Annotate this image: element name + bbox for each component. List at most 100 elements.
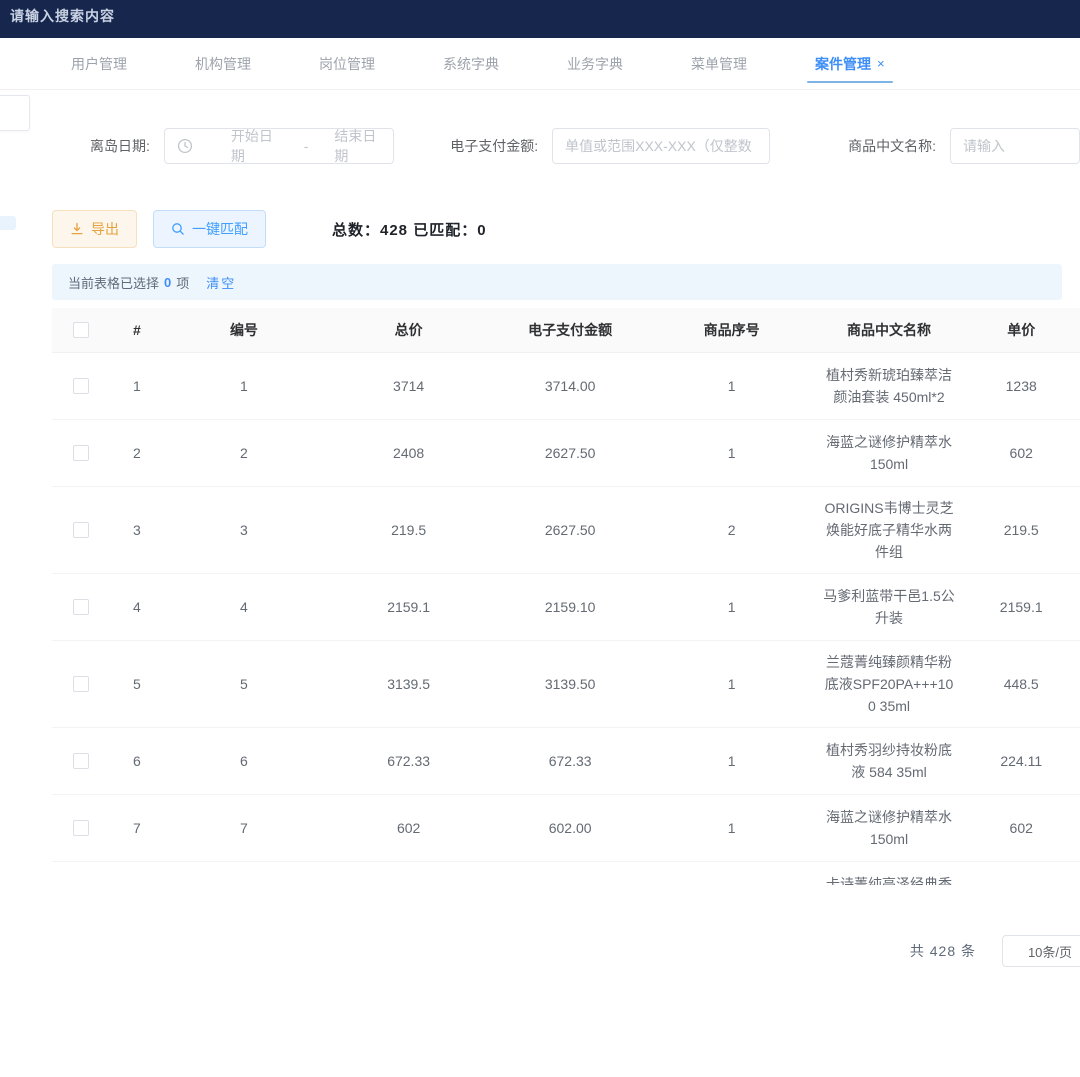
cell-index: 8 [111, 861, 163, 885]
tab-close-icon[interactable]: × [877, 56, 885, 71]
table-row: 2224082627.501海蓝之谜修护精萃水 150ml602 [52, 419, 1080, 486]
cell-seq: 1 [648, 419, 816, 486]
cell-total: 2159.1 [325, 573, 493, 640]
cell-total: 3714 [325, 352, 493, 419]
page-size-select[interactable]: 10条/页 [1002, 935, 1080, 967]
cell-code: 7 [163, 794, 325, 861]
col-header-seq: 商品序号 [648, 308, 816, 352]
end-date-placeholder: 结束日期 [334, 126, 381, 166]
cell-epay: 3139.50 [493, 640, 648, 727]
product-filter-group: 商品中文名称: [848, 128, 1080, 164]
export-button-label: 导出 [91, 219, 119, 239]
cell-code: 2 [163, 419, 325, 486]
tab-bar: 用户管理 机构管理 岗位管理 系统字典 业务字典 菜单管理 案件管理 × [0, 38, 1080, 90]
tab-4[interactable]: 系统字典 [429, 38, 513, 89]
product-name-input[interactable] [950, 128, 1080, 164]
table-row: 77602602.001海蓝之谜修护精萃水 150ml602 [52, 794, 1080, 861]
table-toolbar: 导出 一键匹配 总数：428 已匹配：0 [52, 210, 1080, 248]
row-checkbox[interactable] [73, 676, 89, 692]
tab-label: 案件管理 [815, 54, 871, 74]
table-row: 553139.53139.501兰蔻菁纯臻颜精华粉底液SPF20PA+++100… [52, 640, 1080, 727]
selection-info-bar: 当前表格已选择 0 项 清空 [52, 264, 1062, 300]
cell-epay: 672.33 [493, 727, 648, 794]
table-row: 881233.471233.471卡诗菁纯亮泽经典香氛411.16 [52, 861, 1080, 885]
tab-label: 菜单管理 [691, 54, 747, 74]
cell-total: 2408 [325, 419, 493, 486]
tab-7[interactable]: 案件管理 × [801, 38, 899, 89]
col-header-price: 单价 [962, 308, 1080, 352]
cell-epay: 2159.10 [493, 573, 648, 640]
global-search-input[interactable]: 请输入搜索内容 [10, 6, 115, 26]
cell-epay: 2627.50 [493, 486, 648, 573]
product-filter-label: 商品中文名称: [848, 136, 936, 156]
tab-5[interactable]: 业务字典 [553, 38, 637, 89]
cell-name: 马爹利蓝带干邑1.5公升装 [816, 573, 963, 640]
cell-index: 5 [111, 640, 163, 727]
cell-name: ORIGINS韦博士灵芝焕能好底子精华水两件组 [816, 486, 963, 573]
amount-filter-label: 电子支付金额: [450, 136, 538, 156]
export-button[interactable]: 导出 [52, 210, 137, 248]
tab-label: 用户管理 [71, 54, 127, 74]
cell-name: 海蓝之谜修护精萃水 150ml [816, 419, 963, 486]
cell-total: 1233.47 [325, 861, 493, 885]
cell-price: 1238 [962, 352, 1080, 419]
selection-prefix: 当前表格已选择 [68, 273, 159, 292]
cell-seq: 1 [648, 861, 816, 885]
cell-total: 3139.5 [325, 640, 493, 727]
cell-code: 1 [163, 352, 325, 419]
cell-name: 海蓝之谜修护精萃水 150ml [816, 794, 963, 861]
clear-selection-link[interactable]: 清空 [206, 273, 236, 292]
data-table-container: # 编号 总价 电子支付金额 商品序号 商品中文名称 单价 1137143714… [52, 308, 1080, 885]
filter-row: 离岛日期: 开始日期 - 结束日期 电子支付金额: 商品中文名称: [90, 128, 1080, 164]
cell-name: 卡诗菁纯亮泽经典香氛 [816, 861, 963, 885]
row-checkbox[interactable] [73, 753, 89, 769]
tab-3[interactable]: 岗位管理 [305, 38, 389, 89]
clipped-left-panel [0, 95, 30, 131]
cell-price: 219.5 [962, 486, 1080, 573]
tab-1[interactable]: 用户管理 [57, 38, 141, 89]
amount-input[interactable] [552, 128, 770, 164]
cell-index: 3 [111, 486, 163, 573]
table-row: 442159.12159.101马爹利蓝带干邑1.5公升装2159.1 [52, 573, 1080, 640]
row-checkbox[interactable] [73, 599, 89, 615]
table-row: 66672.33672.331植村秀羽纱持妆粉底液 584 35ml224.11 [52, 727, 1080, 794]
case-products-table: # 编号 总价 电子支付金额 商品序号 商品中文名称 单价 1137143714… [52, 308, 1080, 885]
top-header-bar: 请输入搜索内容 [0, 0, 1080, 38]
date-filter-label: 离岛日期: [90, 136, 150, 156]
date-range-picker[interactable]: 开始日期 - 结束日期 [164, 128, 394, 164]
cell-name: 植村秀羽纱持妆粉底液 584 35ml [816, 727, 963, 794]
row-checkbox[interactable] [73, 820, 89, 836]
cell-price: 602 [962, 794, 1080, 861]
cell-total: 602 [325, 794, 493, 861]
row-checkbox[interactable] [73, 445, 89, 461]
pagination-bar: 共 428 条 10条/页 [0, 935, 1080, 967]
tab-2[interactable]: 机构管理 [181, 38, 265, 89]
cell-code: 6 [163, 727, 325, 794]
cell-price: 2159.1 [962, 573, 1080, 640]
clipped-left-chip [0, 216, 16, 230]
cell-seq: 1 [648, 727, 816, 794]
cell-price: 448.5 [962, 640, 1080, 727]
tab-6[interactable]: 菜单管理 [677, 38, 761, 89]
selection-suffix: 项 [176, 273, 189, 292]
table-header-row: # 编号 总价 电子支付金额 商品序号 商品中文名称 单价 [52, 308, 1080, 352]
cell-code: 8 [163, 861, 325, 885]
table-row: 1137143714.001植村秀新琥珀臻萃洁颜油套装 450ml*21238 [52, 352, 1080, 419]
tab-label: 业务字典 [567, 54, 623, 74]
cell-epay: 3714.00 [493, 352, 648, 419]
cell-epay: 1233.47 [493, 861, 648, 885]
row-checkbox[interactable] [73, 522, 89, 538]
tab-label: 岗位管理 [319, 54, 375, 74]
cell-seq: 1 [648, 573, 816, 640]
row-checkbox[interactable] [73, 378, 89, 394]
cell-price: 224.11 [962, 727, 1080, 794]
cell-seq: 1 [648, 640, 816, 727]
selection-count: 0 [164, 275, 171, 290]
cell-index: 7 [111, 794, 163, 861]
one-click-match-button[interactable]: 一键匹配 [153, 210, 266, 248]
cell-name: 兰蔻菁纯臻颜精华粉底液SPF20PA+++100 35ml [816, 640, 963, 727]
cell-total: 672.33 [325, 727, 493, 794]
search-icon [171, 222, 185, 236]
select-all-checkbox[interactable] [73, 322, 89, 338]
amount-filter-group: 电子支付金额: [450, 128, 770, 164]
